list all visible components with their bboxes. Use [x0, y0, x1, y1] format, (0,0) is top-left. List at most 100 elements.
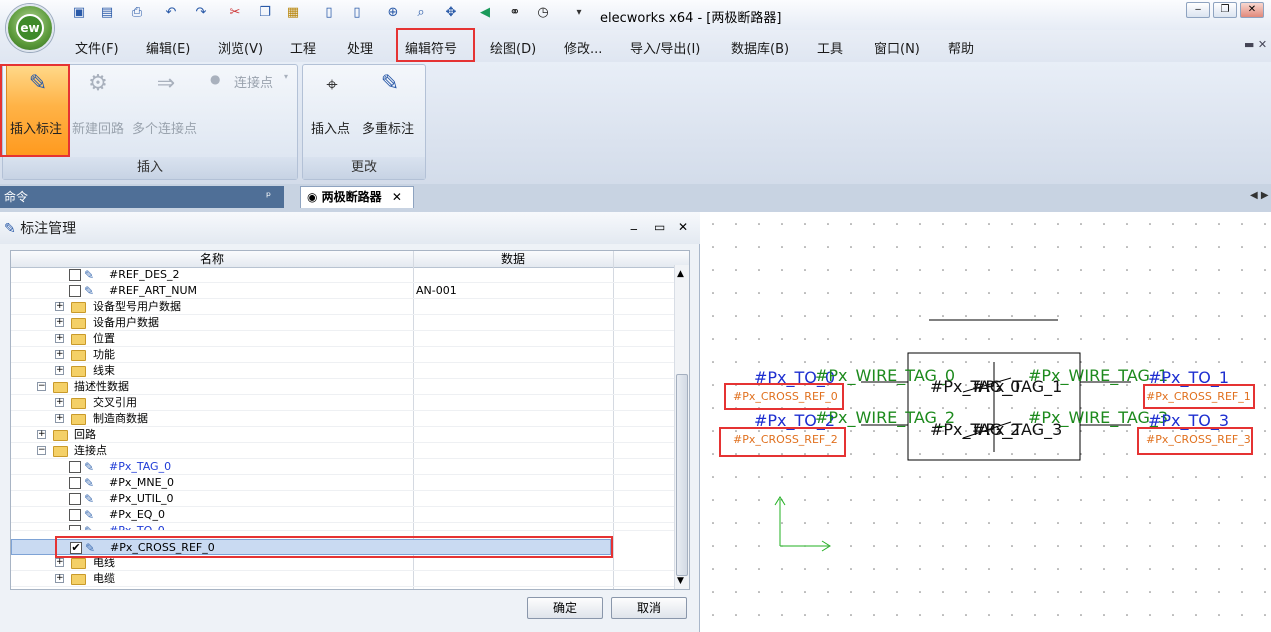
table-row[interactable]: + 设备型号用户数据: [11, 299, 675, 315]
ok-button[interactable]: 确定: [527, 597, 603, 619]
paste-icon[interactable]: ▦: [284, 4, 302, 22]
expand-icon[interactable]: +: [55, 334, 64, 343]
zoom-icon[interactable]: ⌕: [412, 4, 430, 22]
scroll-up-icon[interactable]: ▲: [677, 269, 684, 279]
row-checkbox[interactable]: [69, 285, 81, 297]
cancel-button[interactable]: 取消: [611, 597, 687, 619]
table-row[interactable]: ✎ #Px_TO_0: [11, 523, 675, 531]
dialog-close-icon[interactable]: ✕: [678, 220, 688, 234]
multi-annotation-label[interactable]: 多重标注: [362, 118, 414, 137]
menu-modify[interactable]: 修改...: [564, 38, 602, 57]
export-icon[interactable]: ▯: [348, 4, 366, 22]
tab-close-icon[interactable]: ✕: [392, 190, 402, 204]
menu-edit[interactable]: 编辑(E): [146, 38, 190, 57]
maximize-button[interactable]: ❐: [1213, 2, 1237, 18]
row-checkbox[interactable]: [69, 269, 81, 281]
expand-icon[interactable]: +: [55, 302, 64, 311]
expand-icon[interactable]: +: [55, 350, 64, 359]
row-checkbox[interactable]: [69, 509, 81, 521]
row-checkbox[interactable]: [69, 525, 81, 530]
insert-point-icon[interactable]: ⌖: [318, 70, 346, 98]
table-row[interactable]: + 制造商数据: [11, 411, 675, 427]
redo-icon[interactable]: ↷: [192, 4, 210, 22]
zoom-window-icon[interactable]: ⊕: [384, 4, 402, 22]
table-row[interactable]: − 描述性数据: [11, 379, 675, 395]
expand-icon[interactable]: +: [37, 430, 46, 439]
table-row[interactable]: ✎ #Px_EQ_0: [11, 507, 675, 523]
refresh-icon[interactable]: ◀: [476, 4, 494, 22]
menu-help[interactable]: 帮助: [948, 38, 974, 57]
table-row[interactable]: + 位置: [11, 331, 675, 347]
multi-connection-label[interactable]: 多个连接点: [132, 118, 197, 137]
insert-point-label[interactable]: 插入点: [311, 118, 350, 137]
grid-dot: [1241, 292, 1243, 294]
menu-draw[interactable]: 绘图(D): [490, 38, 536, 57]
table-row[interactable]: + 功能: [11, 347, 675, 363]
new-circuit-icon[interactable]: ⚙: [84, 70, 112, 98]
table-row[interactable]: + 交叉引用: [11, 395, 675, 411]
table-row[interactable]: + 线束: [11, 363, 675, 379]
import-icon[interactable]: ▯: [320, 4, 338, 22]
collapse-icon[interactable]: −: [37, 446, 46, 455]
row-checkbox[interactable]: [69, 493, 81, 505]
copy-icon[interactable]: ❐: [256, 4, 274, 22]
dialog-maximize-icon[interactable]: ▭: [654, 220, 665, 234]
menu-project[interactable]: 工程: [290, 38, 316, 57]
menu-file[interactable]: 文件(F): [75, 38, 119, 57]
expand-icon[interactable]: +: [55, 558, 64, 567]
column-header-data[interactable]: 数据: [413, 251, 613, 268]
chevron-down-icon: ▾: [284, 72, 289, 81]
column-header-name[interactable]: 名称: [11, 251, 413, 268]
customize-toolbar-icon[interactable]: ▾: [570, 4, 588, 22]
binoculars-icon[interactable]: ⚭: [506, 4, 524, 22]
expand-icon[interactable]: +: [55, 366, 64, 375]
collapse-icon[interactable]: −: [37, 382, 46, 391]
table-row[interactable]: + 电缆: [11, 571, 675, 587]
new-circuit-label[interactable]: 新建回路: [72, 118, 124, 137]
row-checkbox[interactable]: [69, 477, 81, 489]
save-icon[interactable]: ▤: [98, 4, 116, 22]
close-button[interactable]: ✕: [1240, 2, 1264, 18]
minimize-button[interactable]: ‒: [1186, 2, 1210, 18]
menu-database[interactable]: 数据库(B): [731, 38, 789, 57]
expand-icon[interactable]: +: [55, 414, 64, 423]
table-row[interactable]: ✎ #REF_DES_2: [11, 267, 675, 283]
scrollbar-thumb[interactable]: [676, 374, 688, 576]
expand-icon[interactable]: +: [55, 318, 64, 327]
menu-import-export[interactable]: 导入/导出(I): [630, 38, 700, 57]
menu-process[interactable]: 处理: [347, 38, 373, 57]
scroll-down-icon[interactable]: ▼: [677, 576, 684, 586]
connection-point-label[interactable]: 连接点: [234, 72, 273, 91]
application-button[interactable]: ew: [6, 4, 54, 52]
table-row[interactable]: − 连接点: [11, 443, 675, 459]
menu-window[interactable]: 窗口(N): [874, 38, 920, 57]
table-row[interactable]: ✎ #Px_TAG_0: [11, 459, 675, 475]
ribbon-restore-icon[interactable]: ▬ ✕: [1244, 38, 1267, 51]
tab-scroll-icon[interactable]: ◀ ▶: [1250, 190, 1269, 201]
table-row[interactable]: ✎ #Px_MNE_0: [11, 475, 675, 491]
document-tab[interactable]: ◉ 两极断路器 ✕: [300, 186, 414, 208]
table-row[interactable]: + 设备用户数据: [11, 315, 675, 331]
grid-dot: [1218, 476, 1220, 478]
pin-icon[interactable]: ᵖ: [266, 189, 271, 203]
menu-view[interactable]: 浏览(V): [218, 38, 263, 57]
cut-icon[interactable]: ✂: [226, 4, 244, 22]
connection-point-icon[interactable]: ●: [210, 72, 220, 86]
multi-connection-icon[interactable]: ⇒: [152, 70, 180, 98]
new-icon[interactable]: ▣: [70, 4, 88, 22]
row-checkbox[interactable]: [69, 461, 81, 473]
menu-tools[interactable]: 工具: [817, 38, 843, 57]
row-data[interactable]: AN-001: [416, 283, 457, 299]
table-row[interactable]: + 回路: [11, 427, 675, 443]
expand-icon[interactable]: +: [55, 574, 64, 583]
print-icon[interactable]: ⎙: [128, 4, 146, 22]
table-row[interactable]: ✎ #Px_UTIL_0: [11, 491, 675, 507]
table-row[interactable]: ✎ #REF_ART_NUM AN-001: [11, 283, 675, 299]
timer-icon[interactable]: ◷: [534, 4, 552, 22]
multi-annotation-icon[interactable]: ✎: [376, 70, 404, 98]
expand-icon[interactable]: +: [55, 398, 64, 407]
undo-icon[interactable]: ↶: [162, 4, 180, 22]
dialog-minimize-icon[interactable]: ‒: [630, 222, 638, 236]
pan-icon[interactable]: ✥: [442, 4, 460, 22]
grid-dot: [1103, 453, 1105, 455]
